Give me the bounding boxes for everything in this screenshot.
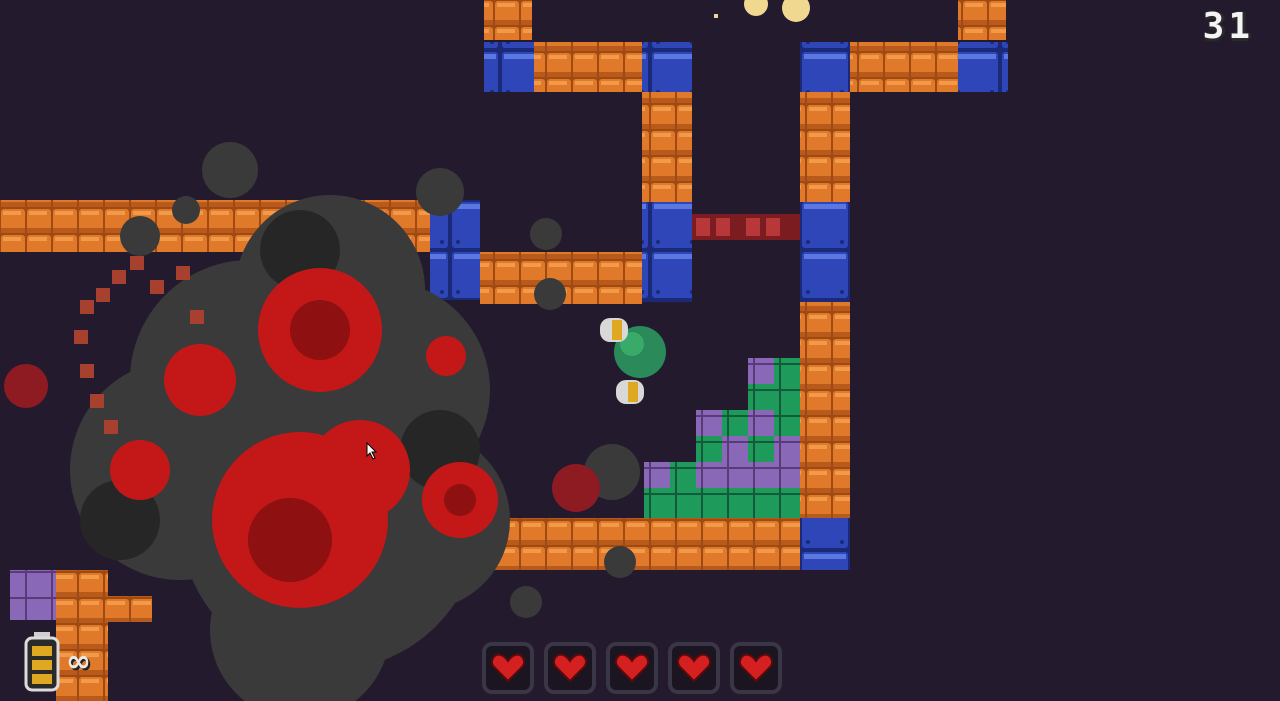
- score-counter: 31: [1202, 6, 1254, 47]
- battery-icon: [24, 632, 60, 692]
- heart-icon: [739, 653, 773, 683]
- heart-icon: [677, 653, 711, 683]
- heart-icon: [491, 653, 525, 683]
- heart-icon: [615, 653, 649, 683]
- heart-slot: [544, 642, 596, 694]
- cursor-icon: [366, 442, 378, 460]
- level-map: [0, 0, 1008, 701]
- heart-slot: [730, 642, 782, 694]
- heart-slot: [606, 642, 658, 694]
- enemy-blob: [552, 464, 600, 512]
- ammo-indicator: ∞: [22, 632, 91, 692]
- enemy-blob: [4, 364, 48, 408]
- health-bar: [482, 642, 782, 694]
- player-character: [600, 318, 666, 404]
- heart-slot: [668, 642, 720, 694]
- heart-icon: [553, 653, 587, 683]
- ammo-count: ∞: [66, 644, 91, 679]
- heart-slot: [482, 642, 534, 694]
- game-viewport[interactable]: 31 ∞: [0, 0, 1280, 701]
